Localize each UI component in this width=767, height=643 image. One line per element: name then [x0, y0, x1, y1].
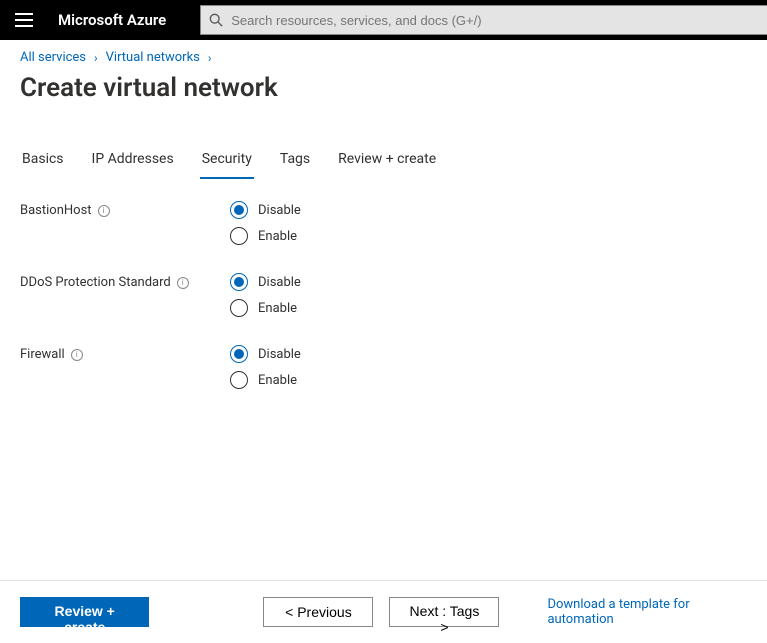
review-create-button[interactable]: Review + create	[20, 597, 149, 627]
tab-ip-addresses[interactable]: IP Addresses	[90, 145, 176, 179]
label-firewall: Firewall i	[20, 345, 230, 362]
radio-label: Disable	[258, 275, 301, 290]
breadcrumb-link-virtual-networks[interactable]: Virtual networks	[106, 50, 200, 65]
tab-tags[interactable]: Tags	[278, 145, 312, 179]
radio-bastionhost-disable[interactable]: Disable	[230, 201, 301, 219]
next-button[interactable]: Next : Tags >	[389, 597, 499, 627]
row-firewall: Firewall i Disable Enable	[20, 345, 747, 389]
radio-label: Disable	[258, 347, 301, 362]
radio-icon	[230, 345, 248, 363]
radio-icon	[230, 299, 248, 317]
topbar: Microsoft Azure	[0, 0, 767, 40]
breadcrumb-link-all-services[interactable]: All services	[20, 50, 86, 65]
menu-button[interactable]	[0, 0, 48, 40]
row-bastionhost: BastionHost i Disable Enable	[20, 201, 747, 245]
radiogroup-ddos: Disable Enable	[230, 273, 301, 317]
radio-bastionhost-enable[interactable]: Enable	[230, 227, 301, 245]
label-ddos: DDoS Protection Standard i	[20, 273, 230, 290]
tabs: Basics IP Addresses Security Tags Review…	[0, 145, 767, 179]
form-security: BastionHost i Disable Enable DDoS Protec…	[0, 183, 767, 435]
radiogroup-firewall: Disable Enable	[230, 345, 301, 389]
info-icon[interactable]: i	[177, 277, 189, 289]
previous-button[interactable]: < Previous	[263, 597, 373, 627]
breadcrumb: All services › Virtual networks ›	[0, 40, 767, 69]
global-search[interactable]	[200, 5, 767, 35]
radio-label: Enable	[258, 373, 297, 388]
tab-security[interactable]: Security	[200, 145, 254, 179]
chevron-right-icon: ›	[208, 51, 212, 65]
tab-review-create[interactable]: Review + create	[336, 145, 438, 179]
brand-label: Microsoft Azure	[58, 11, 190, 29]
radio-ddos-disable[interactable]: Disable	[230, 273, 301, 291]
tab-basics[interactable]: Basics	[20, 145, 66, 179]
radio-label: Enable	[258, 229, 297, 244]
radio-ddos-enable[interactable]: Enable	[230, 299, 301, 317]
label-text: DDoS Protection Standard	[20, 275, 171, 290]
radio-firewall-enable[interactable]: Enable	[230, 371, 301, 389]
radio-firewall-disable[interactable]: Disable	[230, 345, 301, 363]
radio-label: Disable	[258, 203, 301, 218]
label-bastionhost: BastionHost i	[20, 201, 230, 218]
radiogroup-bastionhost: Disable Enable	[230, 201, 301, 245]
chevron-right-icon: ›	[94, 51, 98, 65]
radio-icon	[230, 371, 248, 389]
info-icon[interactable]: i	[98, 205, 110, 217]
row-ddos: DDoS Protection Standard i Disable Enabl…	[20, 273, 747, 317]
radio-icon	[230, 201, 248, 219]
page-title: Create virtual network	[0, 69, 767, 127]
footer: Review + create < Previous Next : Tags >…	[0, 580, 767, 643]
footer-nav: < Previous Next : Tags >	[263, 597, 499, 627]
search-icon	[209, 13, 223, 27]
label-text: Firewall	[20, 347, 65, 362]
radio-label: Enable	[258, 301, 297, 316]
download-template-link[interactable]: Download a template for automation	[547, 597, 747, 627]
radio-icon	[230, 227, 248, 245]
hamburger-icon	[15, 13, 33, 27]
label-text: BastionHost	[20, 203, 92, 218]
search-input[interactable]	[231, 13, 759, 28]
info-icon[interactable]: i	[71, 349, 83, 361]
radio-icon	[230, 273, 248, 291]
